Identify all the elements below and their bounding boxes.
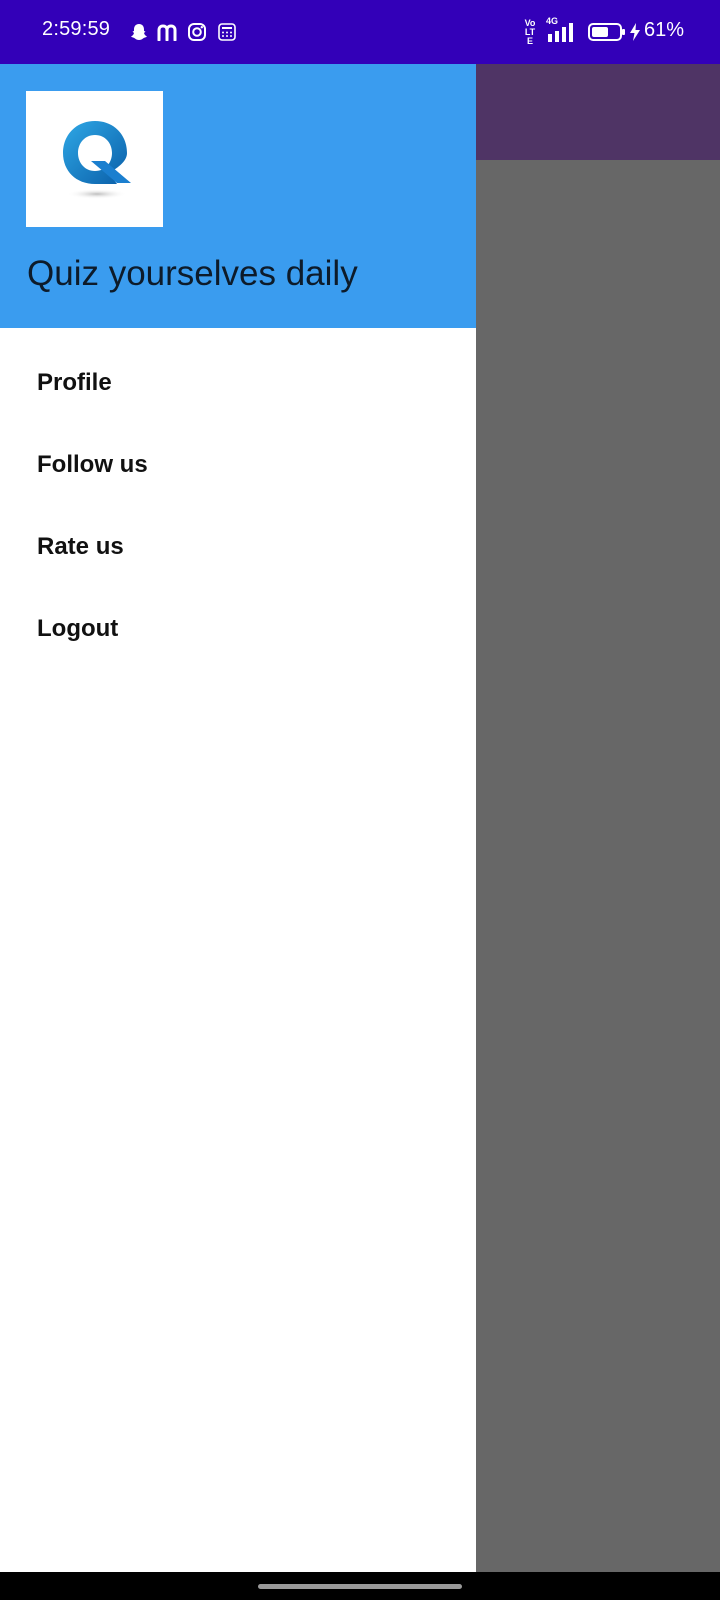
signal-4g-icon: 4G — [546, 16, 582, 44]
navigation-bar — [0, 1572, 720, 1600]
drawer-title: Quiz yourselves daily — [27, 254, 358, 293]
menu-item-label: Logout — [37, 615, 119, 642]
menu-item-label: Profile — [37, 369, 112, 396]
menu-item-logout[interactable]: Logout — [0, 588, 476, 670]
menu-item-label: Rate us — [37, 533, 124, 560]
m-app-icon — [156, 20, 180, 44]
menu-item-follow-us[interactable]: Follow us — [0, 424, 476, 506]
status-bar: 2:59:59 Vo LTE 4G 61% — [0, 0, 720, 64]
navigation-drawer: Quiz yourselves daily Profile Follow us … — [0, 64, 476, 1572]
instagram-icon — [186, 20, 208, 44]
gesture-home-handle[interactable] — [258, 1584, 462, 1589]
calculator-icon — [216, 20, 238, 44]
status-time: 2:59:59 — [42, 18, 111, 40]
battery-percent: 61% — [643, 19, 684, 41]
app-toolbar-behind-scrim[interactable] — [476, 64, 720, 160]
drawer-menu: Profile Follow us Rate us Logout — [0, 328, 476, 670]
phone-screen: 2:59:59 Vo LTE 4G 61% Quiz yourselves da… — [0, 0, 720, 1600]
menu-item-rate-us[interactable]: Rate us — [0, 506, 476, 588]
quiz-q-logo-icon — [62, 121, 131, 199]
volte-label: Vo LTE — [524, 17, 536, 46]
snapchat-icon — [128, 20, 150, 44]
battery-icon — [588, 20, 626, 44]
drawer-header: Quiz yourselves daily — [0, 64, 476, 328]
drawer-scrim[interactable] — [476, 160, 720, 1572]
volte-icon: Vo LTE — [521, 17, 539, 46]
menu-item-label: Follow us — [37, 451, 148, 478]
charging-icon — [628, 20, 642, 44]
quiz-logo — [26, 91, 163, 227]
menu-item-profile[interactable]: Profile — [0, 342, 476, 424]
